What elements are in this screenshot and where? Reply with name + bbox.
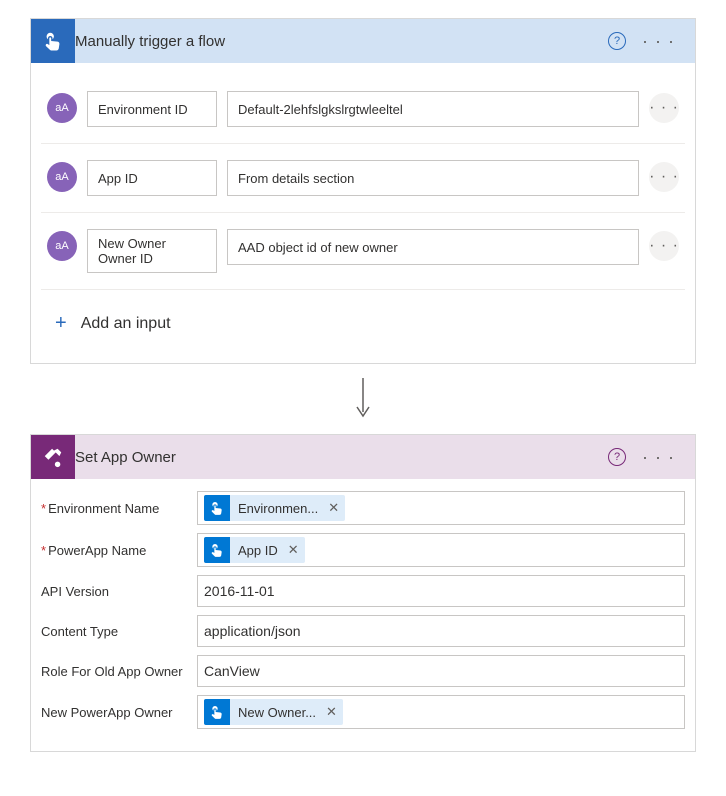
help-icon[interactable]: ? (608, 448, 626, 466)
param-value-input[interactable]: 2016-11-01 (197, 575, 685, 607)
param-more-button[interactable]: · · · (649, 231, 679, 261)
action-param-row: *PowerApp Name App ID ✕ (41, 533, 685, 567)
token-remove-icon[interactable]: ✕ (328, 500, 339, 516)
trigger-input-row: aA Environment ID Default-2lehfslgkslrgt… (41, 75, 685, 144)
trigger-menu-button[interactable]: · · · (638, 32, 679, 50)
param-name-input[interactable]: Environment ID (87, 91, 217, 127)
add-input-label: Add an input (81, 315, 171, 333)
app-admin-icon (31, 435, 75, 479)
dynamic-token[interactable]: App ID ✕ (204, 537, 305, 563)
text-param-icon: aA (47, 231, 77, 261)
dynamic-token[interactable]: Environmen... ✕ (204, 495, 345, 521)
param-label: API Version (41, 575, 197, 607)
trigger-input-row: aA App ID From details section · · · (41, 144, 685, 213)
trigger-card: Manually trigger a flow ? · · · aA Envir… (30, 18, 696, 364)
param-more-button[interactable]: · · · (649, 162, 679, 192)
trigger-title: Manually trigger a flow (75, 33, 608, 50)
flow-canvas: Manually trigger a flow ? · · · aA Envir… (0, 0, 726, 776)
trigger-input-row: aA New Owner Owner ID AAD object id of n… (41, 213, 685, 290)
action-header-actions: ? · · · (608, 448, 687, 466)
param-value-input[interactable]: CanView (197, 655, 685, 687)
tap-icon (31, 19, 75, 63)
token-label: Environmen... (238, 501, 318, 516)
connector-arrow (0, 364, 726, 434)
plus-icon: + (55, 312, 67, 335)
param-label: New PowerApp Owner (41, 695, 197, 729)
action-param-row: Content Type application/json (41, 615, 685, 647)
trigger-body: aA Environment ID Default-2lehfslgkslrgt… (31, 63, 695, 363)
text-param-icon: aA (47, 162, 77, 192)
param-value-input[interactable]: From details section (227, 160, 639, 196)
param-name-input[interactable]: App ID (87, 160, 217, 196)
token-remove-icon[interactable]: ✕ (288, 542, 299, 558)
action-header[interactable]: Set App Owner ? · · · (31, 435, 695, 479)
trigger-header[interactable]: Manually trigger a flow ? · · · (31, 19, 695, 63)
token-label: App ID (238, 543, 278, 558)
param-more-button[interactable]: · · · (649, 93, 679, 123)
tap-icon (204, 699, 230, 725)
text-param-icon: aA (47, 93, 77, 123)
help-icon[interactable]: ? (608, 32, 626, 50)
action-menu-button[interactable]: · · · (638, 448, 679, 466)
tap-icon (204, 495, 230, 521)
dynamic-token[interactable]: New Owner... ✕ (204, 699, 343, 725)
param-value-input[interactable]: application/json (197, 615, 685, 647)
param-label: *Environment Name (41, 491, 197, 525)
action-title: Set App Owner (75, 449, 608, 466)
param-label: Content Type (41, 615, 197, 647)
trigger-header-actions: ? · · · (608, 32, 687, 50)
param-value-input[interactable]: App ID ✕ (197, 533, 685, 567)
param-value-input[interactable]: New Owner... ✕ (197, 695, 685, 729)
action-param-row: Role For Old App Owner CanView (41, 655, 685, 687)
action-card: Set App Owner ? · · · *Environment Name … (30, 434, 696, 752)
param-label: Role For Old App Owner (41, 655, 197, 687)
action-body: *Environment Name Environmen... ✕ *Power… (31, 479, 695, 751)
action-param-row: New PowerApp Owner New Owner... ✕ (41, 695, 685, 729)
token-remove-icon[interactable]: ✕ (326, 704, 337, 720)
action-param-row: *Environment Name Environmen... ✕ (41, 491, 685, 525)
action-param-row: API Version 2016-11-01 (41, 575, 685, 607)
add-input-button[interactable]: + Add an input (41, 290, 685, 359)
param-value-input[interactable]: Default-2lehfslgkslrgtwleeltel (227, 91, 639, 127)
tap-icon (204, 537, 230, 563)
token-label: New Owner... (238, 705, 316, 720)
param-value-input[interactable]: Environmen... ✕ (197, 491, 685, 525)
param-name-input[interactable]: New Owner Owner ID (87, 229, 217, 273)
param-label: *PowerApp Name (41, 533, 197, 567)
param-value-input[interactable]: AAD object id of new owner (227, 229, 639, 265)
